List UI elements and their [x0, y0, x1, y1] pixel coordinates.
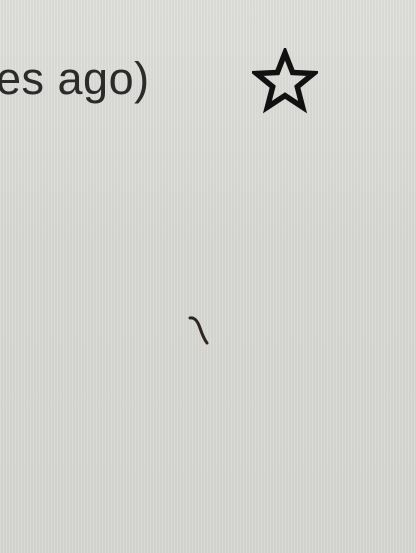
star-outline-icon	[252, 48, 318, 114]
email-screen: es ago)	[0, 0, 416, 553]
star-button[interactable]	[252, 48, 318, 114]
timestamp-text: es ago)	[0, 53, 150, 104]
email-header-row: es ago)	[0, 48, 416, 118]
stray-mark	[188, 316, 209, 345]
